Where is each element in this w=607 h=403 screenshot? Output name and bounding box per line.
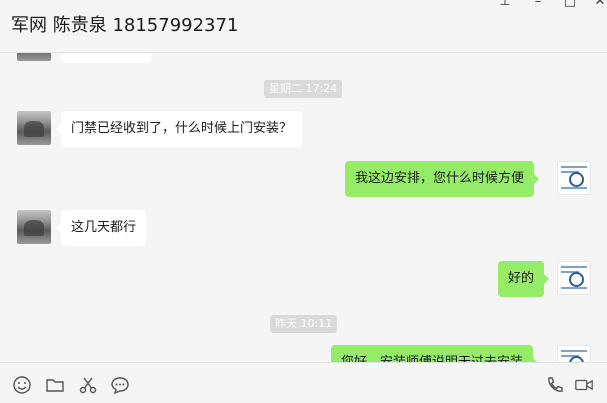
video-icon[interactable] (574, 375, 594, 395)
title-bar: 军网 陈贵泉 18157992371 ⊥ – □ ✕ (0, 0, 607, 53)
maximize-icon[interactable]: □ (560, 0, 580, 10)
input-toolbar (0, 362, 607, 403)
chat-title: 军网 陈贵泉 18157992371 (11, 15, 239, 36)
message-bubble-partial (61, 53, 151, 63)
time-label: 昨天 10:11 (270, 315, 338, 333)
phone-icon[interactable] (545, 375, 565, 395)
close-icon[interactable]: ✕ (590, 0, 607, 10)
pin-icon[interactable]: ⊥ (495, 0, 515, 10)
time-label: 星期二 17:24 (264, 80, 343, 98)
contact-avatar[interactable] (17, 210, 51, 244)
my-avatar[interactable] (557, 261, 591, 295)
contact-avatar[interactable] (17, 53, 51, 61)
my-avatar[interactable] (557, 161, 591, 195)
minimize-icon[interactable]: – (528, 0, 548, 10)
chat-history-icon[interactable] (110, 375, 130, 395)
emoji-icon[interactable] (12, 375, 32, 395)
message-bubble: 您好，安装师傅说明天过去安装 (331, 345, 539, 362)
contact-avatar[interactable] (17, 111, 51, 145)
message-bubble: 门禁已经收到了，什么时候上门安装？ (55, 111, 303, 147)
folder-icon[interactable] (45, 375, 65, 395)
scissors-icon[interactable] (78, 375, 98, 395)
message-bubble: 这几天都行 (55, 210, 147, 246)
chat-area[interactable]: 星期二 17:24 门禁已经收到了，什么时候上门安装？ 我这边安排，您什么时候方… (0, 53, 607, 362)
message-bubble: 我这边安排，您什么时候方便 (345, 161, 540, 197)
my-avatar[interactable] (557, 345, 591, 362)
message-bubble: 好的 (498, 261, 550, 297)
